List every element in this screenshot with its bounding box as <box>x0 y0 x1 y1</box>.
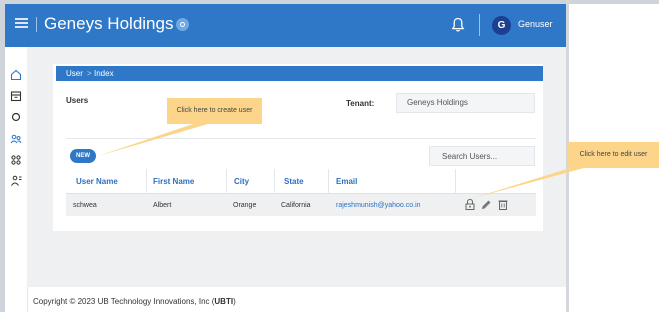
box-icon[interactable] <box>9 89 23 103</box>
column-header-city[interactable]: City <box>234 177 249 186</box>
sidebar <box>5 47 28 312</box>
table-header: User Name First Name City State Email <box>66 169 536 194</box>
breadcrumb-index: Index <box>94 69 114 78</box>
new-user-button[interactable]: NEW <box>70 149 96 163</box>
home-icon[interactable] <box>9 68 23 82</box>
person-settings-icon[interactable] <box>9 174 23 188</box>
table-row[interactable]: schwea Albert Orange California rajeshmu… <box>66 194 536 216</box>
bell-icon[interactable] <box>451 17 465 33</box>
cell-state: California <box>281 202 311 209</box>
column-header-first-name[interactable]: First Name <box>153 177 194 186</box>
section-divider <box>66 138 536 139</box>
app-title: Geneys Holdings <box>44 14 174 33</box>
create-user-tooltip: Click here to create user <box>167 98 262 124</box>
search-users-input[interactable] <box>429 146 535 166</box>
pencil-icon[interactable] <box>480 198 492 211</box>
column-header-state[interactable]: State <box>284 177 304 186</box>
cell-first-name: Albert <box>153 202 172 209</box>
users-icon[interactable] <box>9 132 23 146</box>
location-icon[interactable] <box>9 110 23 124</box>
top-header: Geneys Holdings G Genuser <box>5 4 566 47</box>
breadcrumb-user[interactable]: User <box>66 66 83 81</box>
breadcrumb: User > Index <box>56 66 543 81</box>
trash-icon[interactable] <box>497 198 509 211</box>
cell-city: Orange <box>233 202 257 209</box>
grid-icon[interactable] <box>9 153 23 167</box>
header-separator <box>36 17 37 32</box>
cell-email[interactable]: rajeshmunish@yahoo.co.in <box>336 202 421 209</box>
tenant-label: Tenant: <box>346 99 375 108</box>
tenant-field[interactable]: Geneys Holdings <box>396 93 535 113</box>
edit-user-tooltip: Click here to edit user <box>568 142 659 168</box>
menu-icon[interactable] <box>15 17 28 29</box>
footer-copyright: Copyright © 2023 UB Technology Innovatio… <box>33 297 236 306</box>
logo-icon <box>176 18 189 31</box>
footer-company: UBTI <box>214 297 234 306</box>
column-header-email[interactable]: Email <box>336 177 357 186</box>
footer-text: Copyright © 2023 UB Technology Innovatio… <box>33 297 215 306</box>
breadcrumb-separator: > <box>87 69 92 78</box>
cell-user-name: schwea <box>73 202 97 209</box>
column-header-user-name[interactable]: User Name <box>76 177 118 186</box>
users-heading: Users <box>66 96 89 105</box>
header-separator-right <box>479 14 480 36</box>
footer-suffix: ) <box>233 297 236 306</box>
app-window: Geneys Holdings G Genuser User > Index U… <box>0 0 659 312</box>
avatar[interactable]: G <box>492 16 511 35</box>
username[interactable]: Genuser <box>518 19 553 29</box>
lock-icon[interactable] <box>464 198 476 211</box>
